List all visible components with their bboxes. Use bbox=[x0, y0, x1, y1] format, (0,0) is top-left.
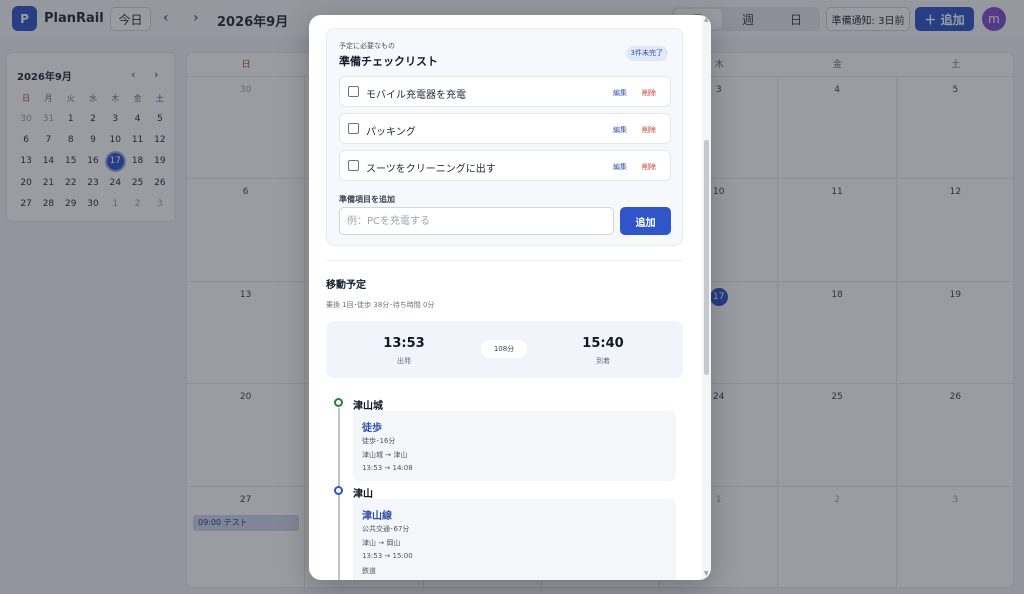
segment-name: 徒歩 bbox=[362, 423, 382, 434]
delete-item-button[interactable]: 削除 bbox=[642, 125, 656, 135]
checklist-item: モバイル充電器を充電 編集 削除 bbox=[339, 76, 671, 107]
segment-detail: 徒歩･16分 bbox=[362, 437, 396, 445]
movement-summary: 乗換 1回･徒歩 38分･待ち時間 0分 bbox=[326, 301, 435, 309]
scroll-thumb[interactable] bbox=[704, 140, 709, 375]
delete-item-button[interactable]: 削除 bbox=[642, 162, 656, 172]
station-name: 津山 bbox=[353, 489, 373, 500]
checklist-item-label: モバイル充電器を充電 bbox=[366, 90, 466, 101]
arrive-label: 到着 bbox=[596, 357, 610, 365]
scroll-up-icon[interactable]: ▲ bbox=[704, 16, 709, 23]
station-node-icon bbox=[334, 398, 343, 407]
scroll-down-icon[interactable]: ▼ bbox=[704, 570, 709, 577]
checklist-subtitle: 予定に必要なもの bbox=[339, 42, 395, 50]
segment-route: 津山城 → 津山 bbox=[362, 451, 408, 459]
segment-times: 13:53 → 15:00 bbox=[362, 552, 413, 560]
checklist-title: 準備チェックリスト bbox=[339, 55, 438, 68]
segment-name: 津山線 bbox=[362, 511, 392, 522]
edit-item-button[interactable]: 編集 bbox=[613, 88, 627, 98]
segment-times: 13:53 → 14:08 bbox=[362, 464, 413, 472]
add-item-label: 準備項目を追加 bbox=[339, 195, 395, 204]
movement-title: 移動予定 bbox=[326, 280, 366, 291]
duration-badge: 108分 bbox=[481, 340, 527, 358]
segment-mode: 鉄道 bbox=[362, 567, 376, 575]
station-name: 津山城 bbox=[353, 401, 383, 412]
checkbox[interactable] bbox=[348, 86, 359, 97]
event-detail-modal: 予定に必要なもの 準備チェックリスト 3件未完了 モバイル充電器を充電 編集 削… bbox=[309, 15, 711, 580]
checklist-item-label: パッキング bbox=[366, 127, 416, 138]
station-node-icon bbox=[334, 486, 343, 495]
edit-item-button[interactable]: 編集 bbox=[613, 162, 627, 172]
incomplete-badge: 3件未完了 bbox=[625, 46, 668, 61]
delete-item-button[interactable]: 削除 bbox=[642, 88, 656, 98]
checklist-item: パッキング 編集 削除 bbox=[339, 113, 671, 144]
checkbox[interactable] bbox=[348, 160, 359, 171]
checklist-panel: 予定に必要なもの 準備チェックリスト 3件未完了 モバイル充電器を充電 編集 削… bbox=[326, 28, 683, 246]
depart-time: 13:53 bbox=[383, 336, 425, 351]
segment-route: 津山 → 岡山 bbox=[362, 539, 401, 547]
modal-scrollbar[interactable]: ▲ ▼ bbox=[702, 15, 711, 580]
segment-detail: 公共交通･67分 bbox=[362, 525, 410, 533]
add-item-button[interactable]: 追加 bbox=[620, 207, 671, 235]
arrive-time: 15:40 bbox=[582, 336, 624, 351]
checklist-item-label: スーツをクリーニングに出す bbox=[366, 164, 496, 175]
time-summary: 13:53 出発 108分 15:40 到着 bbox=[326, 321, 683, 378]
depart-label: 出発 bbox=[397, 357, 411, 365]
checklist-item: スーツをクリーニングに出す 編集 削除 bbox=[339, 150, 671, 181]
edit-item-button[interactable]: 編集 bbox=[613, 125, 627, 135]
route-segment[interactable]: 徒歩 徒歩･16分 津山城 → 津山 13:53 → 14:08 bbox=[353, 411, 676, 481]
add-item-input[interactable] bbox=[339, 207, 614, 235]
checkbox[interactable] bbox=[348, 123, 359, 134]
route-segment[interactable]: 津山線 公共交通･67分 津山 → 岡山 13:53 → 15:00 鉄道 bbox=[353, 499, 676, 580]
section-divider bbox=[326, 260, 683, 261]
